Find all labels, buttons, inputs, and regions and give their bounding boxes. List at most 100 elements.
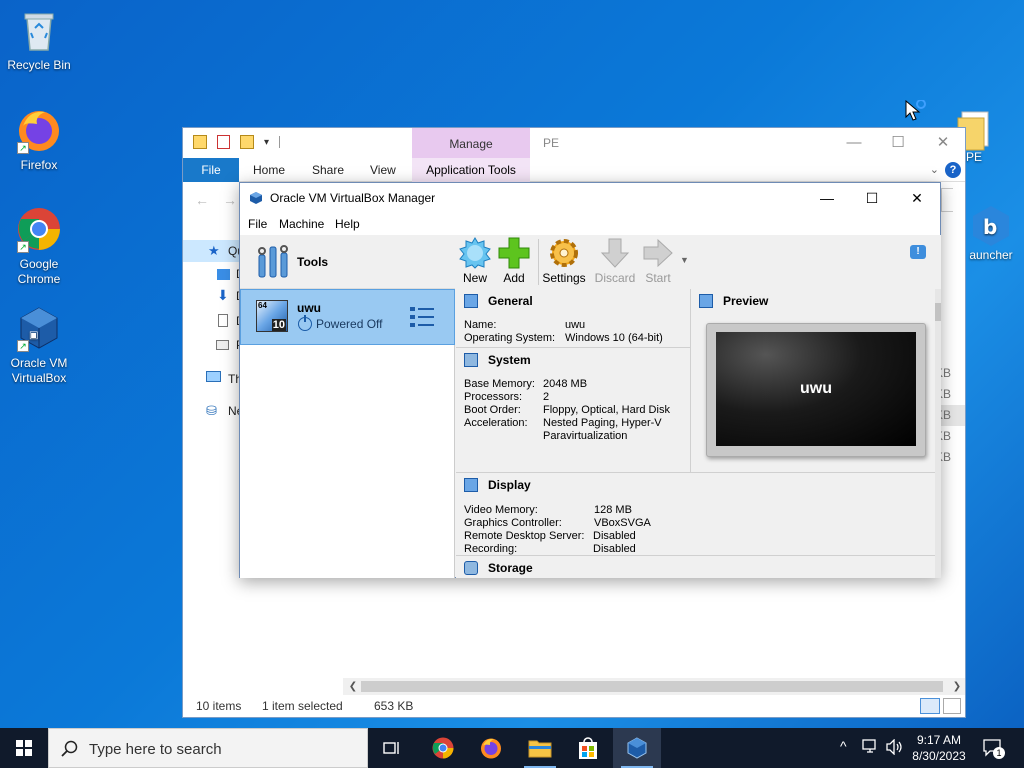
preview-header[interactable]: Preview [699, 293, 768, 309]
maximize-button[interactable]: ☐ [849, 183, 895, 213]
explorer-navigation-pane: ★ Qu D ⬇ D D P Th ⛁ Ne [183, 183, 245, 718]
explorer-status-bar: 10 items 1 item selected 653 KB [183, 695, 965, 717]
taskbar-clock[interactable]: 9:17 AM 8/30/2023 [906, 732, 972, 764]
notification-count-badge: 1 [993, 747, 1005, 759]
explorer-titlebar[interactable]: ▾ Manage PE — ☐ ✕ [183, 128, 965, 158]
value: 2048 MB [543, 378, 588, 390]
maximize-button[interactable]: ☐ [875, 128, 921, 158]
large-icons-view-icon[interactable] [943, 698, 961, 714]
new-button[interactable]: New [453, 235, 497, 289]
network-icon: ⛁ [206, 403, 217, 418]
chip-icon [464, 353, 478, 367]
vbox-toolbar: New Add Settings Discard Start ▼ ! [456, 235, 941, 289]
virtualbox-manager-window[interactable]: Oracle VM VirtualBox Manager — ☐ ✕ File … [239, 182, 941, 578]
scrollbar-thumb[interactable] [361, 681, 943, 692]
documents-icon [218, 314, 228, 327]
chevron-down-icon[interactable]: ▾ [264, 137, 269, 148]
vm-details-menu-icon[interactable] [409, 304, 435, 330]
desktop-icon-virtualbox[interactable]: ▣ ↗ Oracle VM VirtualBox [1, 304, 77, 386]
taskbar-chrome[interactable] [419, 728, 467, 768]
vm-list-item-uwu[interactable]: 64 10 uwu Powered Off [240, 289, 455, 345]
chevron-up-icon[interactable]: ^ [840, 738, 847, 754]
status-selection: 1 item selected [262, 699, 343, 713]
start-button[interactable] [0, 728, 48, 768]
new-folder-icon[interactable] [240, 135, 254, 149]
vbox-window-title: Oracle VM VirtualBox Manager [270, 191, 436, 205]
task-view-button[interactable] [368, 728, 416, 768]
search-box-edge[interactable] [941, 188, 953, 212]
vbox-titlebar[interactable]: Oracle VM VirtualBox Manager — ☐ ✕ [240, 183, 940, 213]
horizontal-scrollbar[interactable]: ❮ ❯ [343, 678, 965, 695]
folder-icon[interactable] [193, 135, 207, 149]
network-icon[interactable] [862, 738, 878, 757]
minimize-button[interactable]: — [831, 128, 877, 158]
windows-10-os-icon: 64 10 [256, 300, 288, 332]
tab-share[interactable]: Share [312, 158, 344, 182]
task-view-icon [383, 742, 399, 754]
search-placeholder: Type here to search [89, 741, 222, 758]
system-header[interactable]: System [464, 352, 531, 368]
details-view-icon[interactable] [920, 698, 940, 714]
windows-logo-icon [16, 740, 32, 756]
taskbar-microsoft-store[interactable] [564, 728, 612, 768]
taskbar-file-explorer[interactable] [516, 728, 564, 768]
scrollbar-thumb[interactable] [935, 303, 941, 321]
manage-context-tab[interactable]: Manage [412, 128, 530, 158]
tools-icon [257, 243, 289, 282]
help-icon[interactable]: ? [945, 162, 961, 178]
desktop-icon-label: Recycle Bin [7, 58, 71, 72]
start-dropdown-chevron-icon[interactable]: ▼ [680, 255, 689, 265]
notification-center-icon[interactable]: 1 [983, 738, 1005, 761]
discard-button[interactable]: Discard [593, 235, 637, 289]
tab-application-tools[interactable]: Application Tools [412, 158, 530, 182]
tab-file[interactable]: File [183, 158, 239, 182]
settings-gear-icon [548, 237, 580, 269]
display-header[interactable]: Display [464, 477, 531, 493]
start-arrow-right-icon [642, 237, 674, 269]
scroll-right-arrow-icon[interactable]: ❯ [949, 678, 965, 695]
volume-icon[interactable] [886, 738, 904, 758]
start-button[interactable]: Start [636, 235, 680, 289]
virtualbox-app-icon [249, 191, 263, 205]
vbox-menubar: File Machine Help [240, 213, 940, 235]
add-label: Add [503, 271, 525, 285]
taskbar-firefox[interactable] [467, 728, 515, 768]
tools-item[interactable]: Tools [240, 235, 455, 289]
tab-home[interactable]: Home [253, 158, 285, 182]
menu-file[interactable]: File [248, 217, 267, 231]
tools-label: Tools [297, 255, 329, 269]
label: Base Memory: [464, 378, 535, 390]
desktop-icon-launcher[interactable]: b auncher [958, 204, 1024, 263]
shortcut-arrow-icon: ↗ [17, 142, 29, 154]
close-button[interactable]: ✕ [894, 183, 940, 213]
toolbar-separator [538, 239, 539, 285]
general-header[interactable]: General [464, 293, 533, 309]
menu-machine[interactable]: Machine [279, 217, 324, 231]
menu-help[interactable]: Help [335, 217, 360, 231]
desktop-icon-recycle-bin[interactable]: Recycle Bin [1, 6, 77, 73]
desktop-icon-chrome[interactable]: ↗ Google Chrome [1, 205, 77, 287]
firefox-icon [481, 738, 501, 759]
settings-button[interactable]: Settings [542, 235, 586, 289]
explorer-window-title: PE [543, 136, 560, 150]
scroll-left-arrow-icon[interactable]: ❮ [345, 678, 361, 695]
notification-center-icon[interactable]: ! [910, 245, 926, 259]
add-button[interactable]: Add [492, 235, 536, 289]
storage-header[interactable]: Storage [464, 560, 533, 576]
power-off-icon [298, 315, 312, 331]
close-button[interactable]: ✕ [920, 128, 966, 158]
desktop-icon-firefox[interactable]: ↗ Firefox [1, 106, 77, 173]
taskbar-search-box[interactable]: Type here to search [48, 728, 368, 768]
chevron-down-icon[interactable]: ⌄ [930, 163, 939, 176]
minimize-button[interactable]: — [804, 183, 850, 213]
monitor-icon [464, 294, 478, 308]
properties-icon[interactable] [217, 135, 230, 149]
clock-date: 8/30/2023 [912, 749, 966, 763]
tab-view[interactable]: View [370, 158, 396, 182]
details-vertical-scrollbar[interactable] [935, 289, 941, 578]
vm-list-pane: Tools 64 10 uwu Powered Off [240, 235, 455, 578]
this-pc-icon [206, 371, 221, 382]
search-icon [61, 740, 78, 757]
vm-details-pane: General Name: uwu Operating System: Wind… [456, 289, 941, 578]
taskbar-virtualbox[interactable] [613, 728, 661, 768]
